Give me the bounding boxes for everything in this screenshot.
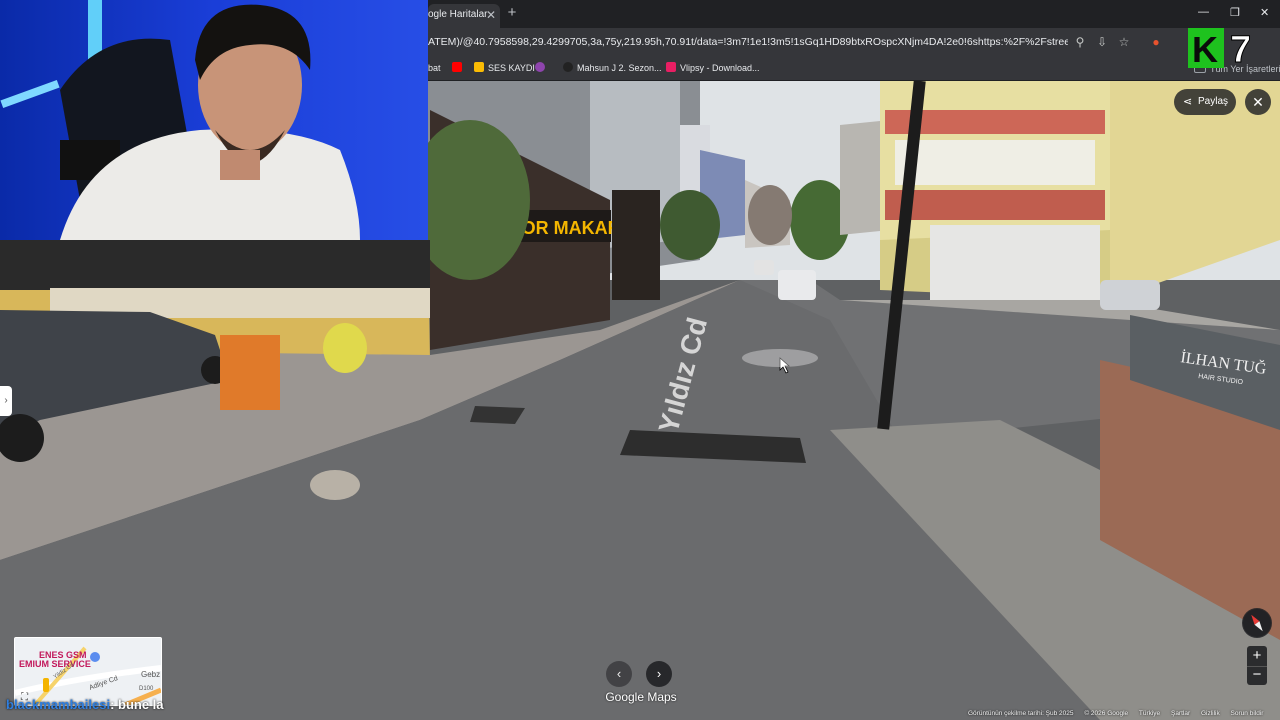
- close-streetview-button[interactable]: ✕: [1245, 89, 1271, 115]
- report-problem-link[interactable]: Sorun bildir: [1231, 710, 1264, 717]
- share-label: Paylaş: [1198, 96, 1229, 107]
- attribution-footer: Görüntünün çekilme tarihi: Şub 2025 © 20…: [968, 708, 1280, 720]
- minimap[interactable]: ENES GSM EMIUM SERVICE Gebz Adliye Cd D1…: [14, 637, 162, 706]
- location-pin-icon[interactable]: ⚲: [1072, 34, 1088, 50]
- bookmarks-bar: [428, 56, 1280, 81]
- minimize-button[interactable]: —: [1198, 6, 1209, 18]
- maximize-button[interactable]: ❐: [1230, 6, 1240, 19]
- tab-close-icon[interactable]: ✕: [486, 4, 496, 26]
- extension-icon[interactable]: ●: [1148, 34, 1164, 50]
- window-close-button[interactable]: ✕: [1260, 6, 1269, 19]
- next-image-button[interactable]: ›: [646, 661, 672, 687]
- terms-link[interactable]: Şartlar: [1171, 710, 1190, 717]
- zoom-out-button[interactable]: −: [1247, 666, 1267, 685]
- webcam-overlay: [0, 0, 428, 240]
- bookmark-item-vlipsy[interactable]: Vlipsy - Download...: [666, 61, 760, 75]
- bookmark-label: bat: [428, 63, 441, 73]
- channel-logo: K 7: [1188, 28, 1252, 70]
- bookmark-item-mahsun[interactable]: Mahsun J 2. Sezon...: [563, 61, 662, 75]
- bookmark-item-1[interactable]: bat: [428, 61, 441, 75]
- share-icon: ⋖: [1183, 96, 1193, 108]
- window-controls: — ❐ ✕: [1190, 4, 1280, 24]
- bookmark-favicon-icon: [535, 62, 545, 72]
- bookmark-label: Vlipsy - Download...: [680, 63, 760, 73]
- google-maps-logo: Google Maps: [605, 690, 677, 704]
- bookmark-item-youtube[interactable]: [452, 61, 466, 75]
- region-link[interactable]: Türkiye: [1139, 710, 1160, 717]
- chat-text: : bune la: [110, 697, 164, 712]
- map-label: EMIUM SERVICE: [19, 659, 91, 669]
- browser-tab-strip: [428, 0, 1280, 28]
- logo-letter-k: K: [1192, 29, 1218, 70]
- map-label: Gebz: [141, 670, 160, 679]
- bookmark-favicon-icon: [474, 62, 484, 72]
- privacy-link[interactable]: Gizlilik: [1201, 710, 1220, 717]
- previous-image-button[interactable]: ‹: [606, 661, 632, 687]
- address-bar-url[interactable]: ATEM)/@40.7958598,29.4299705,3a,75y,219.…: [428, 34, 1068, 50]
- share-button[interactable]: ⋖ Paylaş: [1174, 89, 1236, 115]
- pegman-icon: [43, 678, 49, 692]
- tab-title: ogle Haritalar: [428, 9, 488, 20]
- copyright: © 2026 Google: [1084, 710, 1129, 717]
- stream-chat-message: blackmambailesi: bune la: [6, 697, 164, 715]
- compass-icon[interactable]: [1242, 608, 1272, 638]
- chat-username: blackmambailesi: [6, 697, 111, 712]
- bookmark-item-purple[interactable]: [535, 61, 549, 75]
- side-panel-toggle[interactable]: ›: [0, 386, 12, 416]
- bookmark-favicon-icon: [563, 62, 573, 72]
- bookmark-label: Mahsun J 2. Sezon...: [577, 63, 662, 73]
- new-tab-button[interactable]: +: [504, 4, 520, 24]
- install-app-icon[interactable]: ⇩: [1094, 34, 1110, 50]
- capture-date: Görüntünün çekilme tarihi: Şub 2025: [968, 710, 1074, 717]
- logo-digit-7: 7: [1230, 29, 1251, 70]
- browser-tab-google-maps[interactable]: ogle Haritalar ✕: [428, 4, 500, 28]
- bookmark-item-ses-kaydi[interactable]: SES KAYDI: [474, 61, 535, 75]
- zoom-in-button[interactable]: +: [1247, 646, 1267, 666]
- bookmark-star-icon[interactable]: ☆: [1116, 34, 1132, 50]
- map-label: D100: [139, 686, 154, 692]
- bookmark-favicon-icon: [666, 62, 676, 72]
- youtube-icon: [452, 62, 462, 72]
- bookmark-label: SES KAYDI: [488, 63, 535, 73]
